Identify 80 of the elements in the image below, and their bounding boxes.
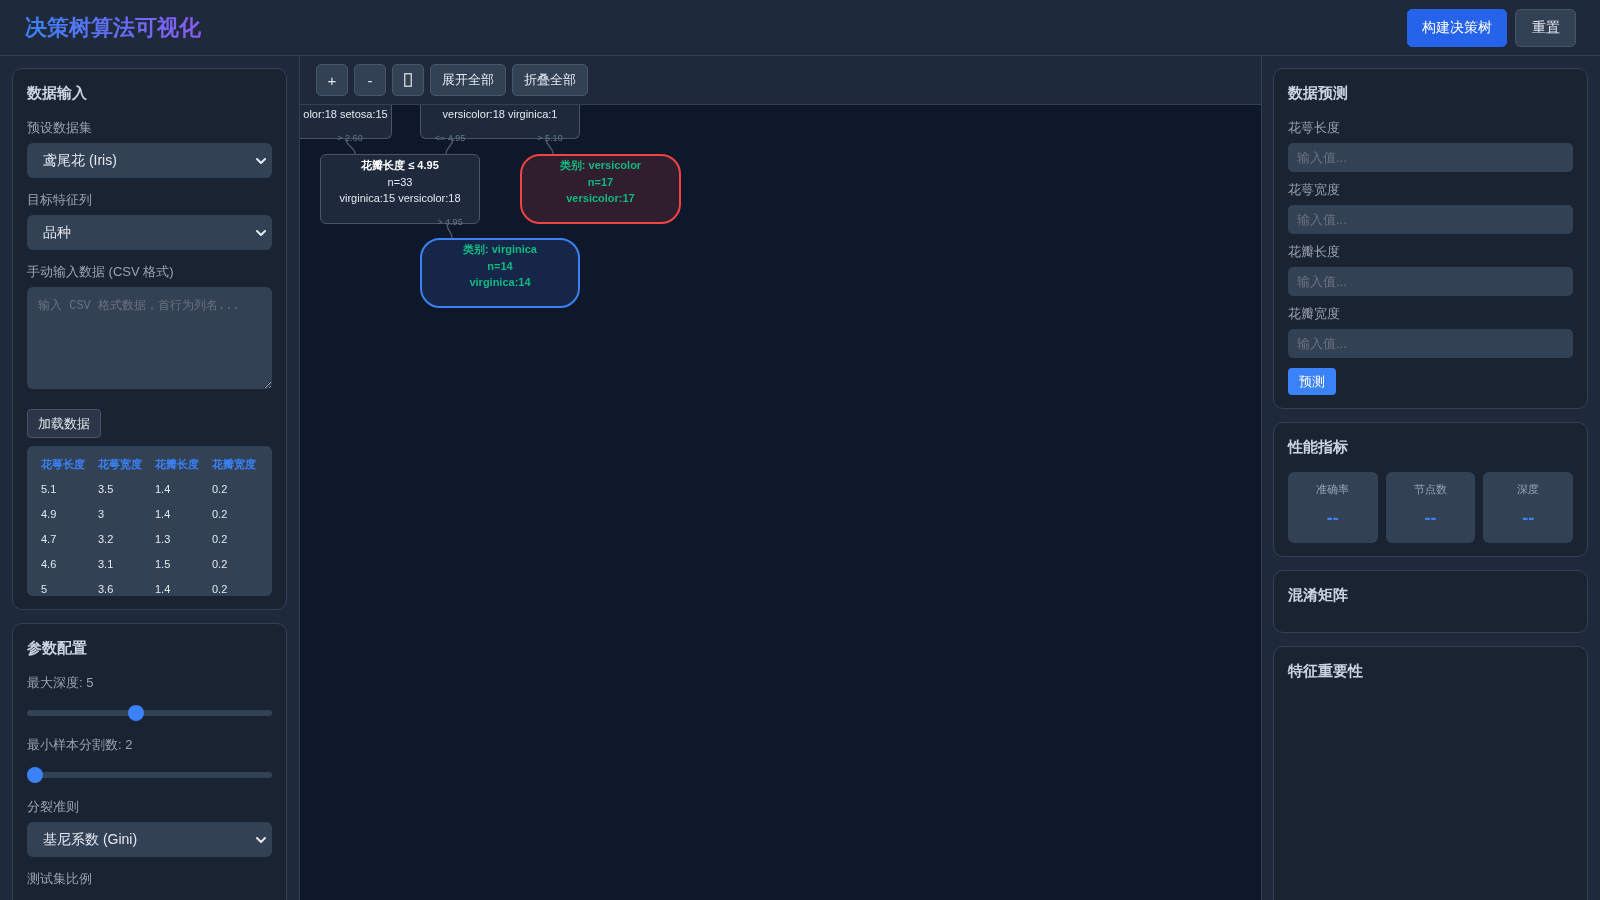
- table-cell-text: 1.4: [154, 482, 172, 497]
- dataset-select[interactable]: 鸢尾花 (Iris): [27, 143, 272, 178]
- table-cell-text: 3.6: [97, 582, 115, 596]
- metric-label: 深度: [1517, 482, 1540, 497]
- load-data-button[interactable]: 加载数据: [27, 409, 101, 438]
- table-cell-text: 1.4: [154, 507, 172, 522]
- metric-label: 准确率: [1316, 482, 1350, 497]
- slider-thumb[interactable]: [127, 705, 144, 721]
- metric-label: 节点数: [1414, 482, 1447, 497]
- table-cell-text: 4.6: [40, 557, 58, 572]
- node-title: 类别: versicolor: [559, 158, 642, 173]
- table-cell-text: 4.7: [40, 532, 58, 547]
- card-title: 数据输入: [27, 83, 88, 103]
- field-label: 目标特征列: [27, 191, 93, 209]
- field-label: 最大深度: 5: [27, 674, 95, 692]
- field-label: 花瓣宽度: [1288, 305, 1341, 323]
- table-cell-text: 5.1: [40, 482, 58, 497]
- toolbar-button[interactable]: +: [316, 64, 348, 96]
- table-cell-text: 5: [40, 582, 49, 596]
- table-cell-text: 1.5: [154, 557, 172, 572]
- card-title: 参数配置: [27, 638, 88, 658]
- card-title: 数据预测: [1288, 83, 1349, 103]
- table-cell-text: 3.2: [97, 532, 115, 547]
- field-label: 花瓣长度: [1288, 243, 1341, 261]
- table-cell-text: 3.1: [97, 557, 115, 572]
- build-tree-button[interactable]: 构建决策树: [1407, 8, 1507, 47]
- node-samples: n=14: [487, 259, 513, 274]
- criterion-select[interactable]: 基尼系数 (Gini): [27, 822, 272, 857]
- node-samples: n=33: [387, 175, 413, 190]
- node-counts: versicolor:18 virginica:1: [442, 107, 558, 122]
- field-label: 分裂准则: [27, 798, 80, 816]
- rectangle-icon: [404, 73, 412, 87]
- field-label: 测试集比例: [27, 870, 93, 888]
- toolbar-button[interactable]: 展开全部: [430, 64, 506, 96]
- chevron-down-icon: [256, 229, 266, 236]
- leaf-node[interactable]: 类别: versicolor n=17 versicolor:17: [520, 154, 681, 224]
- table-cell-text: 0.2: [211, 482, 229, 497]
- column-header: 花瓣宽度: [211, 457, 257, 472]
- column-header: 花瓣长度: [154, 457, 200, 472]
- node-counts: virginica:14: [469, 275, 531, 290]
- predict-button[interactable]: 预测: [1288, 368, 1336, 395]
- table-cell-text: 0.2: [211, 532, 229, 547]
- table-cell-text: 0.2: [211, 507, 229, 522]
- tree-edge: [446, 223, 453, 239]
- reset-button[interactable]: 重置: [1515, 8, 1576, 47]
- table-cell-text: 1.3: [154, 532, 172, 547]
- toolbar-button[interactable]: -: [354, 64, 386, 96]
- card-title: 性能指标: [1288, 437, 1349, 457]
- metric-value: --: [1424, 507, 1437, 529]
- target-select[interactable]: 品种: [27, 215, 272, 250]
- toolbar-button[interactable]: 折叠全部: [512, 64, 588, 96]
- table-cell-text: 3.5: [97, 482, 115, 497]
- toolbar-icon-button[interactable]: [392, 64, 424, 96]
- slider-thumb[interactable]: [27, 767, 43, 783]
- metric-value: --: [1522, 507, 1535, 529]
- table-cell-text: 3: [97, 507, 106, 522]
- table-cell-text: 1.4: [154, 582, 172, 596]
- field-label: 花萼宽度: [1288, 181, 1341, 199]
- card-title: 混淆矩阵: [1288, 585, 1349, 605]
- node-title: 类别: virginica: [463, 242, 537, 257]
- chevron-down-icon: [256, 157, 266, 164]
- table-cell-text: 0.2: [211, 557, 229, 572]
- node-counts: versicolor:17: [566, 191, 635, 206]
- node-counts: virginica:15 versicolor:18: [339, 191, 461, 206]
- table-cell-text: 4.9: [40, 507, 58, 522]
- field-label: 预设数据集: [27, 119, 93, 137]
- node-counts: olor:18 setosa:15: [303, 107, 388, 122]
- chevron-down-icon: [256, 836, 266, 843]
- field-label: 最小样本分割数: 2: [27, 736, 134, 754]
- leaf-node[interactable]: 类别: virginica n=14 virginica:14: [420, 238, 580, 308]
- field-label: 花萼长度: [1288, 119, 1341, 137]
- column-header: 花萼宽度: [97, 457, 143, 472]
- card-title: 特征重要性: [1288, 661, 1364, 681]
- node-title: 花瓣长度 ≤ 4.95: [361, 158, 439, 173]
- metric-value: --: [1326, 507, 1339, 529]
- field-label: 手动输入数据 (CSV 格式): [27, 263, 175, 281]
- column-header: 花萼长度: [40, 457, 86, 472]
- table-cell-text: 0.2: [211, 582, 229, 596]
- app-title: 决策树算法可视化: [25, 13, 201, 42]
- node-samples: n=17: [587, 175, 614, 190]
